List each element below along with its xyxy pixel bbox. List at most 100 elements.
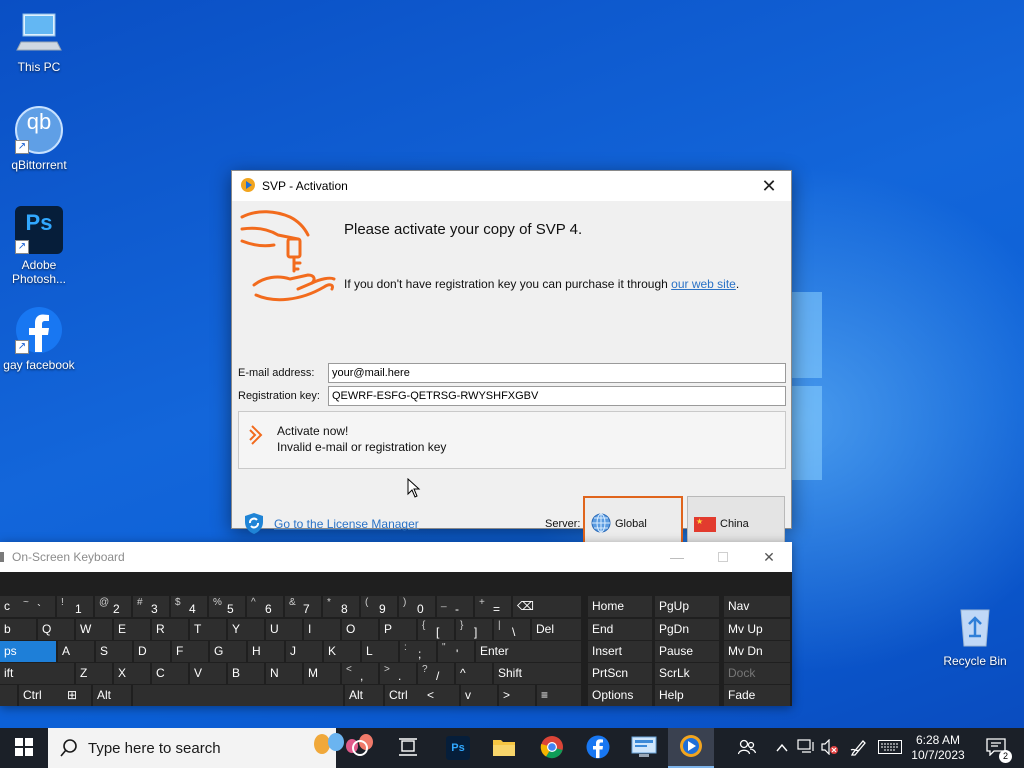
osk-key[interactable]: ift	[0, 663, 74, 684]
clock[interactable]: 6:28 AM 10/7/2023	[908, 728, 968, 768]
osk-nav-key[interactable]: Help	[655, 685, 719, 706]
volume-button[interactable]	[818, 728, 842, 768]
osk-nav-key[interactable]: Mv Up	[724, 619, 790, 640]
osk-key[interactable]: $4	[171, 596, 207, 617]
taskbar-svp[interactable]	[668, 728, 714, 768]
osk-key[interactable]: Y	[228, 619, 264, 640]
osk-nav-key[interactable]: PrtScn	[588, 663, 652, 684]
desktop-icon-this-pc[interactable]: This PC	[0, 8, 78, 74]
osk-key[interactable]: N	[266, 663, 302, 684]
license-manager-link[interactable]: Go to the License Manager	[274, 517, 419, 531]
osk-key[interactable]: " '	[438, 641, 474, 662]
osk-key[interactable]: #3	[133, 596, 169, 617]
osk-key[interactable]: Enter	[476, 641, 581, 662]
osk-key[interactable]: D	[134, 641, 170, 662]
osk-key[interactable]: R	[152, 619, 188, 640]
osk-key[interactable]: ^ 6	[247, 596, 283, 617]
osk-key[interactable]: Z	[76, 663, 112, 684]
osk-key[interactable]: >.	[380, 663, 416, 684]
osk-key[interactable]: L	[362, 641, 398, 662]
osk-key[interactable]: }]	[456, 619, 492, 640]
osk-key[interactable]: S	[96, 641, 132, 662]
web-site-link[interactable]: our web site	[671, 277, 736, 291]
minimize-button[interactable]: —	[654, 542, 700, 572]
osk-nav-key[interactable]: End	[588, 619, 652, 640]
osk-key[interactable]: + =	[475, 596, 511, 617]
email-field[interactable]: your@mail.here	[328, 363, 786, 383]
task-view-button[interactable]	[386, 728, 430, 768]
osk-key[interactable]: Del	[532, 619, 581, 640]
osk-nav-key[interactable]: PgDn	[655, 619, 719, 640]
osk-key[interactable]: Alt	[345, 685, 383, 706]
activate-now-button[interactable]: Activate now! Invalid e-mail or registra…	[238, 411, 786, 469]
osk-key[interactable]: >	[499, 685, 535, 706]
osk-key[interactable]: F	[172, 641, 208, 662]
osk-key[interactable]: ≡	[537, 685, 581, 706]
osk-key[interactable]: ^	[456, 663, 492, 684]
osk-key[interactable]: ⊞	[63, 685, 91, 706]
registration-key-field[interactable]: QEWRF-ESFG-QETRSG-RWYSHFXGBV	[328, 386, 786, 406]
osk-nav-key[interactable]: ScrLk	[655, 663, 719, 684]
osk-nav-key[interactable]: Pause	[655, 641, 719, 662]
osk-key[interactable]: H	[248, 641, 284, 662]
show-hidden-icons-button[interactable]	[772, 728, 792, 768]
osk-key[interactable]: <	[423, 685, 459, 706]
osk-key[interactable]: G	[210, 641, 246, 662]
cortana-button[interactable]	[340, 728, 380, 768]
osk-nav-key[interactable]: Dock	[724, 663, 790, 684]
desktop-icon-facebook[interactable]: ↗ gay facebook	[0, 306, 78, 372]
osk-key[interactable]: Ctrl	[385, 685, 423, 706]
osk-key[interactable]	[0, 685, 17, 706]
osk-key[interactable]: ps	[0, 641, 56, 662]
osk-key[interactable]: b	[0, 619, 36, 640]
osk-key[interactable]: C	[152, 663, 188, 684]
osk-key[interactable]	[133, 685, 343, 706]
osk-key[interactable]: T	[190, 619, 226, 640]
search-input[interactable]: Type here to search	[48, 728, 373, 768]
osk-key[interactable]: & 7	[285, 596, 321, 617]
osk-key[interactable]: @2	[95, 596, 131, 617]
taskbar-control-panel[interactable]	[622, 728, 666, 768]
osk-key[interactable]: % 5	[209, 596, 245, 617]
osk-nav-key[interactable]: Options	[588, 685, 652, 706]
osk-key[interactable]: J	[286, 641, 322, 662]
osk-key[interactable]: X	[114, 663, 150, 684]
taskbar-photoshop[interactable]: Ps	[436, 728, 480, 768]
osk-titlebar[interactable]: On-Screen Keyboard — ✕	[0, 542, 792, 572]
desktop-icon-photoshop[interactable]: Ps ↗ Adobe Photosh...	[0, 206, 78, 286]
osk-key[interactable]: ⌫	[513, 596, 581, 617]
osk-key[interactable]: ~ `	[19, 596, 55, 617]
osk-nav-key[interactable]: Insert	[588, 641, 652, 662]
osk-nav-key[interactable]: Fade	[724, 685, 790, 706]
osk-nav-key[interactable]: Nav	[724, 596, 790, 617]
osk-key[interactable]: | \	[494, 619, 530, 640]
osk-key[interactable]: P	[380, 619, 416, 640]
taskbar-facebook[interactable]	[576, 728, 620, 768]
osk-key[interactable]: ? /	[418, 663, 454, 684]
osk-key[interactable]: * 8	[323, 596, 359, 617]
osk-key[interactable]: :;	[400, 641, 436, 662]
desktop-icon-recycle-bin[interactable]: Recycle Bin	[936, 602, 1014, 668]
osk-key[interactable]: M	[304, 663, 340, 684]
touch-keyboard-button[interactable]	[874, 728, 906, 768]
action-center-button[interactable]: 2	[978, 728, 1014, 768]
maximize-button[interactable]	[700, 542, 746, 572]
osk-key[interactable]: Q	[38, 619, 74, 640]
start-button[interactable]	[0, 728, 48, 768]
osk-nav-key[interactable]: Mv Dn	[724, 641, 790, 662]
osk-key[interactable]: Shift	[494, 663, 581, 684]
taskbar-chrome[interactable]	[530, 728, 574, 768]
close-button[interactable]: ✕	[746, 542, 792, 572]
osk-key[interactable]: K	[324, 641, 360, 662]
osk-key[interactable]: W	[76, 619, 112, 640]
osk-key[interactable]: v	[461, 685, 497, 706]
osk-nav-key[interactable]: Home	[588, 596, 652, 617]
osk-key[interactable]: A	[58, 641, 94, 662]
svp-titlebar[interactable]: SVP - Activation ✕	[232, 171, 791, 201]
network-button[interactable]	[794, 728, 818, 768]
osk-key[interactable]: <,	[342, 663, 378, 684]
osk-key[interactable]: _ -	[437, 596, 473, 617]
osk-key[interactable]: (9	[361, 596, 397, 617]
people-button[interactable]	[732, 728, 762, 768]
osk-key[interactable]: U	[266, 619, 302, 640]
